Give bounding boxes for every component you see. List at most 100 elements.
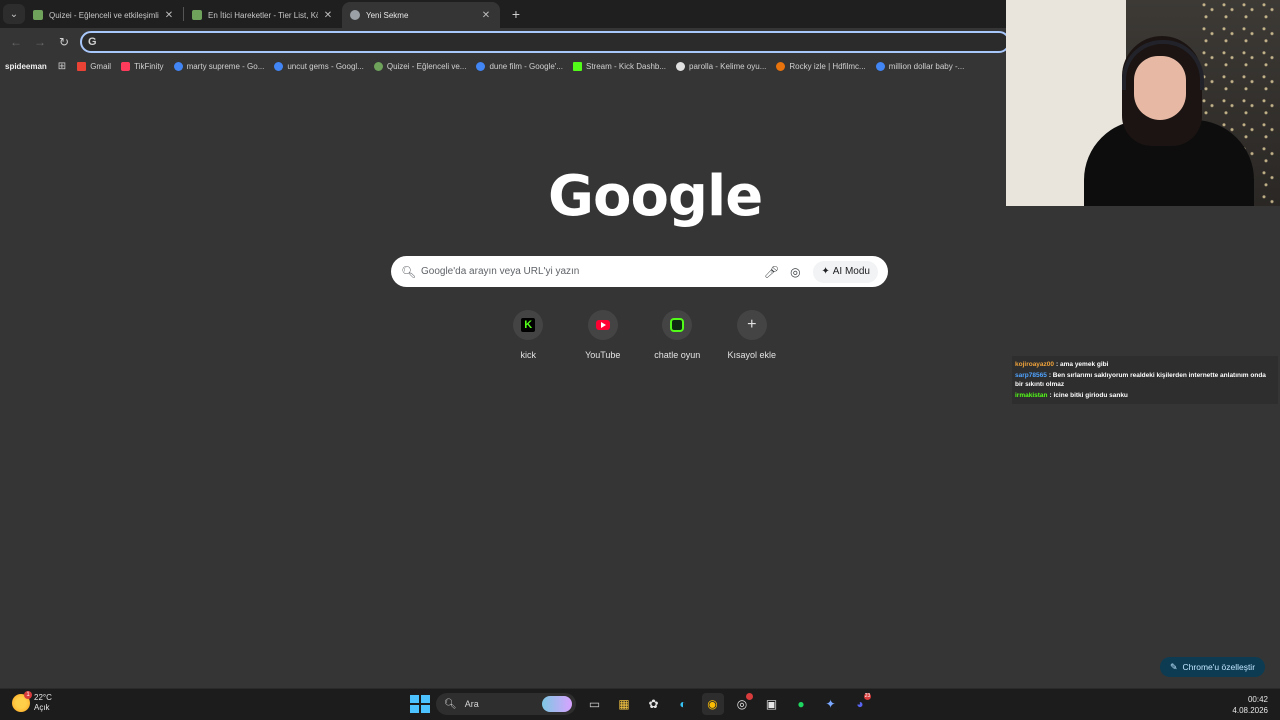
chat-message: irmakistan: icine bitki giriodu sanku bbox=[1015, 391, 1275, 400]
close-icon[interactable]: ✕ bbox=[163, 10, 175, 21]
shortcut-youtube[interactable]: YouTube bbox=[566, 310, 641, 360]
notepad-icon[interactable]: ▣ bbox=[761, 693, 783, 715]
ai-mode-button[interactable]: ✦ AI Modu bbox=[813, 260, 878, 283]
weather-desc: Açık bbox=[34, 703, 50, 712]
parolla-icon bbox=[676, 61, 686, 71]
chat-text: : Ben sırlarımı saklıyorum realdeki kişi… bbox=[1015, 372, 1266, 388]
shortcut-kick[interactable]: K kick bbox=[491, 310, 566, 360]
bookmarks-bar: spideeman ⊞ Gmail TikFinity marty suprem… bbox=[0, 56, 1006, 76]
apps-grid-icon[interactable]: ⊞ bbox=[52, 61, 72, 72]
google-icon bbox=[875, 61, 885, 71]
profile-bookmark[interactable]: spideeman bbox=[0, 57, 52, 75]
bookmark-item[interactable]: million dollar baby -... bbox=[871, 57, 970, 75]
file-explorer-icon[interactable]: ▦ bbox=[613, 693, 635, 715]
bookmark-label: Quizei - Eğlenceli ve... bbox=[386, 61, 467, 71]
search-icon: 🔍︎ bbox=[444, 698, 457, 710]
pencil-icon: ✎ bbox=[1170, 661, 1178, 672]
webcam-overlay bbox=[1006, 0, 1280, 206]
bookmark-item[interactable]: Gmail bbox=[72, 57, 116, 75]
weather-widget[interactable]: 1 22°C Açık bbox=[12, 691, 52, 713]
chat-username: irmakistan bbox=[1015, 392, 1048, 399]
google-lens-icon[interactable]: ◎ bbox=[783, 265, 807, 279]
screen: ⌄ Quizei - Eğlenceli ve etkileşimli ✕ En… bbox=[0, 0, 1280, 720]
tab-title: En İtici Hareketler - Tier List, Kö bbox=[208, 10, 318, 20]
google-icon bbox=[476, 61, 486, 71]
bookmark-item[interactable]: dune film - Google'... bbox=[471, 57, 568, 75]
microphone-icon[interactable]: 🎤︎ bbox=[759, 265, 783, 279]
bookmark-label: dune film - Google'... bbox=[489, 61, 563, 71]
shortcut-icon-circle bbox=[662, 310, 693, 340]
tab-quizei[interactable]: Quizei - Eğlenceli ve etkileşimli ✕ bbox=[25, 2, 183, 28]
tab-new-tab[interactable]: Yeni Sekme ✕ bbox=[342, 2, 500, 28]
obs-icon[interactable]: ◎ bbox=[731, 693, 753, 715]
chat-username: sarp78565 bbox=[1015, 372, 1047, 379]
discord-badge: 23 bbox=[864, 693, 871, 700]
weather-sun-icon: 1 bbox=[12, 691, 32, 712]
bookmark-label: TikFinity bbox=[134, 61, 164, 71]
chevron-down-icon: ⌄ bbox=[9, 8, 19, 20]
tab-tier-list[interactable]: En İtici Hareketler - Tier List, Kö ✕ bbox=[184, 2, 342, 28]
tab-search-button[interactable]: ⌄ bbox=[3, 4, 25, 24]
recording-dot bbox=[746, 693, 753, 700]
shortcut-add[interactable]: + Kısayol ekle bbox=[715, 310, 790, 360]
discord-icon[interactable]: ◕ 23 bbox=[849, 693, 871, 715]
bookmark-label: uncut gems - Googl... bbox=[287, 61, 364, 71]
youtube-icon bbox=[595, 320, 610, 330]
ntp-search-box[interactable]: 🔍︎ 🎤︎ ◎ ✦ AI Modu bbox=[391, 256, 888, 287]
hdfilm-icon bbox=[776, 61, 786, 71]
close-icon[interactable]: ✕ bbox=[322, 10, 334, 21]
chat-text: : ama yemek gibi bbox=[1056, 361, 1109, 368]
shortcut-chatle-oyun[interactable]: chatle oyun bbox=[640, 310, 715, 360]
bookmark-label: parolla - Kelime oyu... bbox=[689, 61, 767, 71]
bookmark-item[interactable]: TikFinity bbox=[116, 57, 168, 75]
google-g-icon: G bbox=[88, 36, 97, 48]
close-icon[interactable]: ✕ bbox=[480, 10, 492, 21]
bookmark-label: Gmail bbox=[90, 61, 112, 71]
bookmark-item[interactable]: parolla - Kelime oyu... bbox=[671, 57, 771, 75]
customize-chrome-button[interactable]: ✎ Chrome'u özelleştir bbox=[1160, 657, 1266, 677]
forward-button[interactable]: → bbox=[28, 35, 52, 49]
shortcut-label: kick bbox=[520, 350, 537, 360]
edge-icon[interactable]: ◐ bbox=[672, 693, 694, 715]
shortcut-icon-circle: K bbox=[513, 310, 544, 340]
stream-chat-overlay: kojiroayaz00: ama yemek gibi sarp78565: … bbox=[1012, 356, 1278, 404]
address-input[interactable] bbox=[108, 34, 1008, 50]
taskbar-search[interactable]: 🔍︎ Ara bbox=[436, 693, 576, 715]
shortcut-label: YouTube bbox=[585, 350, 621, 360]
taskbar-center: 🔍︎ Ara ▭ ▦ ✿ ◐ ◉ ◎ ▣ ● ✦ ◕ 23 bbox=[408, 693, 871, 715]
ntp-search-input[interactable] bbox=[421, 266, 760, 277]
shortcut-icon-circle: + bbox=[736, 310, 767, 340]
bookmark-item[interactable]: Quizei - Eğlenceli ve... bbox=[369, 57, 472, 75]
shortcut-label: chatle oyun bbox=[654, 350, 701, 360]
new-tab-button[interactable]: + bbox=[506, 6, 526, 22]
bookmark-label: Stream - Kick Dashb... bbox=[586, 61, 667, 71]
gmail-icon bbox=[77, 61, 87, 71]
chrome-icon[interactable]: ◉ bbox=[701, 693, 724, 715]
bookmark-item[interactable]: uncut gems - Googl... bbox=[269, 57, 368, 75]
task-view-icon[interactable]: ▭ bbox=[584, 693, 606, 715]
google-icon bbox=[274, 61, 284, 71]
app-icon[interactable]: ✦ bbox=[820, 693, 842, 715]
quizei-icon bbox=[373, 61, 383, 71]
quizei-favicon-icon bbox=[33, 10, 43, 20]
notification-badge: 1 bbox=[24, 691, 32, 699]
chat-message: sarp78565: Ben sırlarımı saklıyorum real… bbox=[1015, 371, 1275, 389]
bookmark-item[interactable]: Rocky izle | Hdfilmc... bbox=[771, 57, 870, 75]
bookmark-item[interactable]: marty supreme - Go... bbox=[169, 57, 270, 75]
back-button[interactable]: ← bbox=[4, 35, 28, 49]
search-icon: 🔍︎ bbox=[401, 264, 417, 279]
taskbar-clock[interactable]: 00:42 4.08.2026 bbox=[1232, 694, 1268, 716]
chatgpt-icon[interactable]: ✿ bbox=[643, 693, 665, 715]
reload-button[interactable]: ↻ bbox=[52, 35, 76, 49]
shortcut-label: Kısayol ekle bbox=[727, 350, 777, 360]
plus-icon: + bbox=[511, 6, 521, 22]
windows-start-icon[interactable] bbox=[408, 693, 430, 715]
tab-title: Quizei - Eğlenceli ve etkileşimli bbox=[49, 10, 159, 20]
bookmark-label: Rocky izle | Hdfilmc... bbox=[789, 61, 866, 71]
address-bar[interactable]: G bbox=[80, 31, 1010, 53]
bookmark-item[interactable]: Stream - Kick Dashb... bbox=[568, 57, 671, 75]
ai-mode-label: AI Modu bbox=[832, 266, 870, 277]
taskbar-search-label: Ara bbox=[464, 699, 479, 709]
customize-label: Chrome'u özelleştir bbox=[1182, 662, 1256, 672]
spotify-icon[interactable]: ● bbox=[790, 693, 812, 715]
